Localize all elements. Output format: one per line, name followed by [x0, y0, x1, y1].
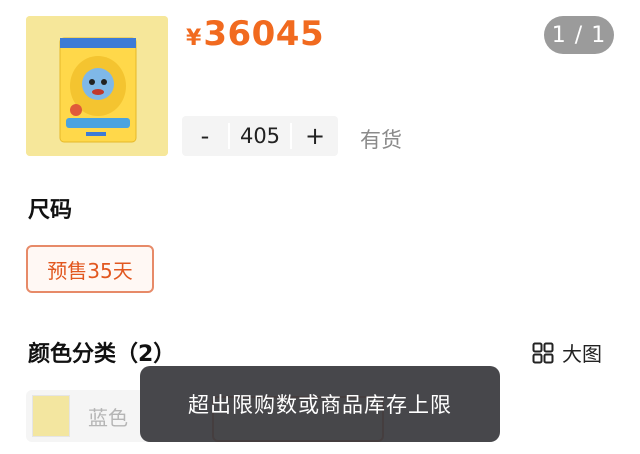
sku-selector-panel: ¥ 36045 1 / 1 - 405 + 有货 尺码 预售35天 颜色分类（2… [0, 0, 640, 454]
increment-button[interactable]: + [292, 116, 338, 156]
grid-icon [532, 342, 554, 363]
big-view-button[interactable]: 大图 [532, 338, 602, 367]
quantity-input[interactable]: 405 [228, 123, 292, 149]
currency-symbol: ¥ [186, 26, 202, 51]
quantity-stepper: - 405 + [182, 116, 338, 156]
big-view-label: 大图 [562, 342, 602, 366]
size-option-presale[interactable]: 预售35天 [26, 245, 154, 293]
image-counter: 1 / 1 [544, 16, 614, 54]
size-section-title: 尺码 [28, 198, 73, 223]
price-value: 36045 [203, 14, 325, 54]
product-price: ¥ 36045 [186, 14, 324, 54]
stock-status: 有货 [360, 128, 402, 152]
toast-message: 超出限购数或商品库存上限 [140, 366, 500, 442]
product-thumbnail[interactable] [26, 16, 168, 156]
color-section-title: 颜色分类（2） [28, 342, 176, 367]
color-option-label: 蓝色 [88, 405, 128, 430]
color-option-thumbnail [32, 395, 70, 437]
decrement-button[interactable]: - [182, 116, 228, 156]
